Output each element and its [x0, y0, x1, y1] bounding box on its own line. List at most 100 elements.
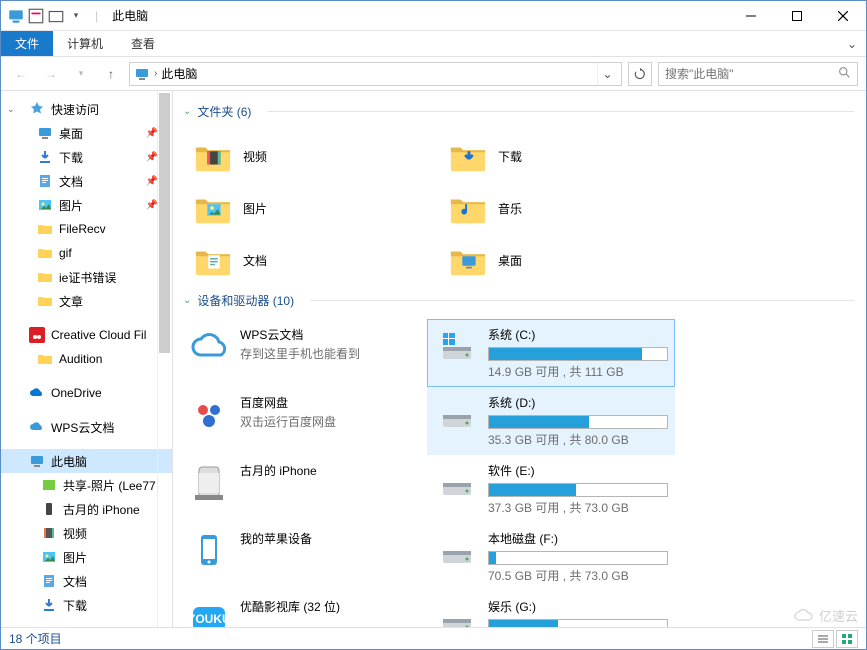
device-item[interactable]: 软件 (E:) 37.3 GB 可用 , 共 73.0 GB	[427, 455, 675, 523]
sidebar-quick-item[interactable]: 文档 📌	[1, 169, 172, 193]
sidebar-quick-item[interactable]: ie证书错误	[1, 265, 172, 289]
cc-icon	[29, 327, 45, 343]
device-title: 本地磁盘 (F:)	[488, 530, 668, 547]
folder-icon	[37, 245, 53, 261]
refresh-button[interactable]	[628, 62, 652, 86]
maximize-button[interactable]	[774, 1, 820, 31]
device-item[interactable]: YOUKU 优酷影视库 (32 位)	[179, 591, 427, 627]
forward-button[interactable]: →	[39, 62, 63, 86]
sidebar-pc-item[interactable]: 古月的 iPhone	[1, 497, 172, 521]
folder-label: 文档	[243, 252, 267, 269]
sidebar-quick-item[interactable]: FileRecv	[1, 217, 172, 241]
view-details-button[interactable]	[812, 630, 834, 648]
address-dropdown-icon[interactable]: ⌄	[597, 63, 617, 85]
sidebar-wps[interactable]: WPS云文档	[1, 415, 172, 439]
sidebar-pc-item[interactable]: 文档	[1, 569, 172, 593]
group-folders-header[interactable]: ⌄ 文件夹 (6)	[183, 103, 854, 120]
device-item[interactable]: 百度网盘 双击运行百度网盘	[179, 387, 427, 455]
pic-folder-icon	[193, 188, 233, 228]
search-box[interactable]	[658, 62, 858, 86]
folder-item[interactable]: 桌面	[434, 234, 689, 286]
address-box[interactable]: › 此电脑 ⌄	[129, 62, 622, 86]
sidebar-quick-access[interactable]: ⌄ 快速访问	[1, 97, 172, 121]
content-pane[interactable]: ⌄ 文件夹 (6) 视频 下载 图片 音乐 文档	[173, 91, 866, 627]
device-item[interactable]: 本地磁盘 (F:) 70.5 GB 可用 , 共 73.0 GB	[427, 523, 675, 591]
sidebar-pc-item[interactable]: 图片	[1, 545, 172, 569]
device-item[interactable]: 系统 (C:) 14.9 GB 可用 , 共 111 GB	[427, 319, 675, 387]
folder-label: 视频	[243, 148, 267, 165]
sidebar-quick-item[interactable]: 文章	[1, 289, 172, 313]
desktop-icon	[37, 125, 53, 141]
search-input[interactable]	[665, 67, 838, 81]
sidebar-item-label: 下载	[63, 597, 87, 614]
sidebar-item-label: Audition	[59, 352, 102, 366]
sidebar-item-label: 古月的 iPhone	[63, 501, 140, 518]
tab-computer[interactable]: 计算机	[53, 31, 117, 56]
back-button[interactable]: ←	[9, 62, 33, 86]
scrollbar-track[interactable]	[157, 91, 172, 627]
sidebar-onedrive[interactable]: OneDrive	[1, 381, 172, 405]
separator: |	[95, 9, 98, 23]
new-folder-qat-icon[interactable]	[47, 7, 65, 25]
collapse-icon[interactable]: ⌄	[183, 106, 191, 117]
folder-icon	[37, 221, 53, 237]
sidebar-quick-item[interactable]: 下载 📌	[1, 145, 172, 169]
folder-label: 下载	[498, 148, 522, 165]
view-tiles-button[interactable]	[836, 630, 858, 648]
scrollbar-thumb[interactable]	[159, 93, 170, 353]
folders-grid: 视频 下载 图片 音乐 文档 桌面	[179, 130, 854, 286]
usage-bar	[488, 415, 668, 429]
status-item-count: 18 个项目	[9, 630, 62, 647]
device-subtitle: 37.3 GB 可用 , 共 73.0 GB	[488, 499, 668, 516]
collapse-icon[interactable]: ⌄	[183, 295, 191, 306]
sidebar-item-label: OneDrive	[51, 386, 102, 400]
sidebar-pc-item[interactable]: 共享-照片 (Lee77	[1, 473, 172, 497]
device-item[interactable]: 古月的 iPhone	[179, 455, 427, 523]
device-item[interactable]: WPS云文档 存到这里手机也能看到	[179, 319, 427, 387]
device-item[interactable]: 我的苹果设备	[179, 523, 427, 591]
device-item[interactable]: 系统 (D:) 35.3 GB 可用 , 共 80.0 GB	[427, 387, 675, 455]
video-folder-icon	[193, 136, 233, 176]
folder-label: 图片	[243, 200, 267, 217]
sidebar-quick-item[interactable]: 图片 📌	[1, 193, 172, 217]
caret-icon[interactable]: ⌄	[7, 104, 15, 115]
breadcrumb-location[interactable]: 此电脑	[161, 65, 197, 82]
device-item[interactable]: 娱乐 (G:) 43.9 GB 可用 , 共 72.0 GB	[427, 591, 675, 627]
sidebar-quick-item[interactable]: gif	[1, 241, 172, 265]
ribbon-expand-icon[interactable]: ⌄	[838, 31, 866, 56]
sidebar-item-label: ie证书错误	[59, 269, 116, 286]
folder-item[interactable]: 音乐	[434, 182, 689, 234]
sidebar-item-label: 文档	[59, 173, 83, 190]
sidebar-pc-item[interactable]: 下载	[1, 593, 172, 617]
sidebar-this-pc[interactable]: 此电脑	[1, 449, 172, 473]
sidebar-quick-item[interactable]: 桌面 📌	[1, 121, 172, 145]
sidebar-ccf[interactable]: Creative Cloud Fil	[1, 323, 172, 347]
explorer-window: ▾ | 此电脑 文件 计算机 查看 ⌄ ← → ▾ ↑ › 此电脑 ⌄	[0, 0, 867, 650]
folder-item[interactable]: 下载	[434, 130, 689, 182]
recent-dropdown-icon[interactable]: ▾	[69, 62, 93, 86]
folder-icon	[37, 351, 53, 367]
close-button[interactable]	[820, 1, 866, 31]
navigation-pane[interactable]: ⌄ 快速访问 桌面 📌 下载 📌 文档 📌 图片 📌 FileRecv gif …	[1, 91, 173, 627]
group-devices-header[interactable]: ⌄ 设备和驱动器 (10)	[183, 292, 854, 309]
usage-bar	[488, 551, 668, 565]
app-icon	[7, 7, 25, 25]
doc-folder-icon	[193, 240, 233, 280]
tab-file[interactable]: 文件	[1, 31, 53, 56]
folder-item[interactable]: 视频	[179, 130, 434, 182]
qat-dropdown-icon[interactable]: ▾	[67, 7, 85, 25]
drive-icon	[436, 462, 478, 504]
device-subtitle: 35.3 GB 可用 , 共 80.0 GB	[488, 431, 668, 448]
device-title: 我的苹果设备	[240, 530, 418, 547]
device-subtitle: 存到这里手机也能看到	[240, 345, 418, 362]
drive-icon	[436, 394, 478, 436]
tab-view[interactable]: 查看	[117, 31, 169, 56]
folder-item[interactable]: 图片	[179, 182, 434, 234]
properties-qat-icon[interactable]	[27, 7, 45, 25]
sidebar-pc-item[interactable]: 视频	[1, 521, 172, 545]
sidebar-audition[interactable]: Audition	[1, 347, 172, 371]
up-button[interactable]: ↑	[99, 62, 123, 86]
address-bar: ← → ▾ ↑ › 此电脑 ⌄	[1, 57, 866, 91]
folder-item[interactable]: 文档	[179, 234, 434, 286]
minimize-button[interactable]	[728, 1, 774, 31]
